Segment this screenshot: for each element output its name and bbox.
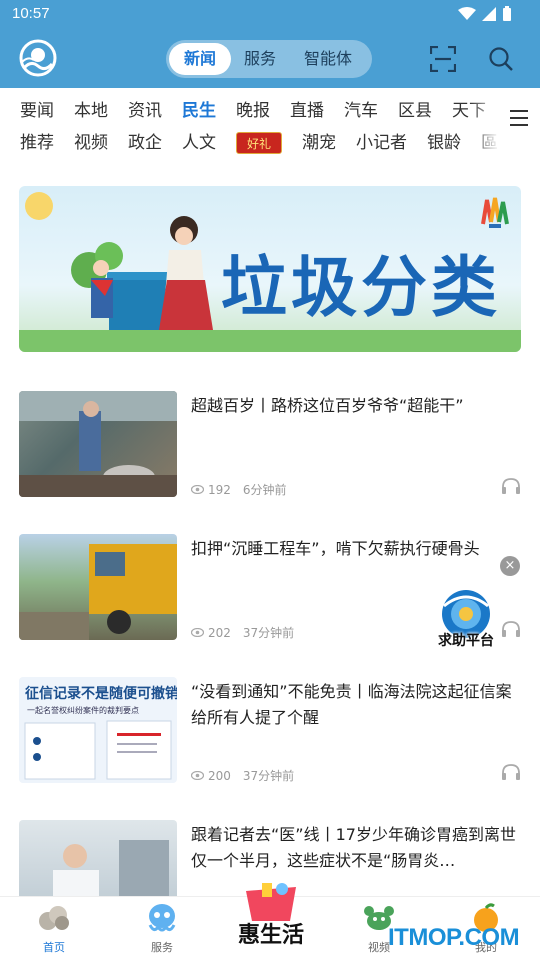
nav-home[interactable]: 首页 — [19, 903, 89, 955]
help-platform-float-ad[interactable]: 求助平台 — [428, 588, 504, 658]
view-count: 200 — [208, 768, 231, 783]
battery-icon — [503, 6, 511, 21]
nav-service-label: 服务 — [151, 941, 173, 954]
view-count: 192 — [208, 482, 231, 497]
tab-service[interactable]: 服务 — [231, 43, 289, 75]
news-thumbnail — [19, 534, 177, 640]
channel-shipin[interactable]: 视频 — [74, 130, 108, 158]
float-ad-label: 求助平台 — [438, 633, 494, 649]
scan-icon[interactable] — [430, 46, 456, 72]
channel-tuijian[interactable]: 推荐 — [20, 130, 54, 158]
view-count: 202 — [208, 625, 231, 640]
headphone-icon[interactable] — [501, 477, 521, 495]
channel-yinling[interactable]: 银龄 — [427, 130, 461, 158]
channel-row-2: 推荐 视频 政企 人文 好礼 潮宠 小记者 银龄 區 — [0, 130, 498, 158]
banner-hands-logo-icon — [481, 197, 509, 228]
news-title: “没看到通知”不能免责丨临海法院这起征信案给所有人提了个醒 — [191, 682, 512, 727]
channel-yaowen[interactable]: 要闻 — [20, 98, 54, 126]
top-tab-switcher: 新闻 服务 智能体 — [166, 40, 372, 78]
app-screen: 10:57 新闻 服务 智能体 要闻 本地 资讯 民生 晚报 直播 汽车 区县 … — [0, 0, 540, 960]
publish-time: 37分钟前 — [242, 769, 295, 783]
banner-illustration — [71, 216, 213, 340]
channel-chaochong[interactable]: 潮宠 — [302, 130, 336, 158]
headphone-icon[interactable] — [501, 763, 521, 781]
news-meta: 192 6分钟前 — [191, 481, 287, 498]
channel-fade — [470, 88, 500, 158]
channel-bar: 要闻 本地 资讯 民生 晚报 直播 汽车 区县 天下 推荐 视频 政企 人文 好… — [0, 88, 540, 158]
news-title: 超越百岁丨路桥这位百岁爷爷“超能干” — [191, 396, 464, 415]
nav-service[interactable]: 服务 — [127, 903, 197, 955]
channel-minsheng[interactable]: 民生 — [182, 98, 216, 126]
channel-zhibo[interactable]: 直播 — [290, 98, 324, 126]
tab-news[interactable]: 新闻 — [169, 43, 231, 75]
publish-time: 6分钟前 — [242, 483, 287, 497]
banner-grass — [19, 330, 521, 352]
news-title: 跟着记者去“医”线丨17岁少年确诊胃癌到离世仅一个半月，这些症状不是“肠胃炎… — [191, 825, 516, 870]
channel-zixun[interactable]: 资讯 — [128, 98, 162, 126]
site-watermark: ITMOP.COM — [388, 924, 520, 951]
channel-bendi[interactable]: 本地 — [74, 98, 108, 126]
truck-photo — [19, 544, 177, 640]
status-bar: 10:57 — [0, 0, 540, 30]
thumb-subheadline: 一起名誉权纠纷案件的裁判要点 — [27, 706, 139, 715]
thumb-headline: 征信记录不是随便可撤销 — [25, 686, 177, 702]
home-icon — [39, 906, 69, 930]
nav-hui-life[interactable]: 惠生活 — [232, 881, 310, 957]
tab-agent[interactable]: 智能体 — [289, 43, 367, 75]
views-icon — [191, 771, 204, 780]
channel-haoli-badge[interactable]: 好礼 — [236, 132, 283, 154]
wifi-icon — [458, 7, 476, 20]
app-logo-icon — [19, 39, 57, 77]
channel-qiche[interactable]: 汽车 — [344, 98, 378, 126]
publish-time: 37分钟前 — [242, 626, 295, 640]
channel-zhengqi[interactable]: 政企 — [128, 130, 162, 158]
app-header: 10:57 新闻 服务 智能体 — [0, 0, 540, 88]
garbage-sorting-banner[interactable]: 垃圾分类 — [19, 186, 521, 352]
news-thumbnail: 征信记录不是随便可撤销 一起名誉权纠纷案件的裁判要点 — [19, 677, 177, 783]
news-item[interactable]: 征信记录不是随便可撤销 一起名誉权纠纷案件的裁判要点 “没看到通知”不能免责丨临… — [19, 677, 521, 783]
elderly-man-photo — [19, 391, 177, 497]
channel-quxian[interactable]: 区县 — [398, 98, 432, 126]
octopus-mascot-icon — [148, 904, 176, 932]
headphone-icon[interactable] — [501, 620, 521, 638]
news-thumbnail — [19, 391, 177, 497]
channel-menu-icon[interactable] — [500, 88, 540, 158]
views-icon — [191, 628, 204, 637]
search-icon[interactable] — [488, 46, 514, 72]
nav-home-label: 首页 — [43, 941, 65, 954]
signal-icon — [482, 7, 496, 21]
status-icons — [458, 6, 512, 22]
views-icon — [191, 485, 204, 494]
news-item[interactable]: 超越百岁丨路桥这位百岁爷爷“超能干” 192 6分钟前 — [19, 391, 521, 497]
news-meta: 200 37分钟前 — [191, 767, 294, 784]
banner-title: 垃圾分类 — [221, 249, 501, 326]
channel-row-1: 要闻 本地 资讯 民生 晚报 直播 汽车 区县 天下 — [0, 98, 486, 126]
channel-xiaojizhe[interactable]: 小记者 — [356, 130, 407, 158]
status-time: 10:57 — [12, 5, 50, 22]
channel-wanbao[interactable]: 晚报 — [236, 98, 270, 126]
float-ad-close-icon[interactable]: × — [500, 556, 520, 576]
channel-renwen[interactable]: 人文 — [182, 130, 216, 158]
news-meta: 202 37分钟前 — [191, 624, 294, 641]
news-title: 扣押“沉睡工程车”，啃下欠薪执行硬骨头 — [191, 539, 480, 558]
nav-hui-life-label: 惠生活 — [237, 923, 304, 948]
